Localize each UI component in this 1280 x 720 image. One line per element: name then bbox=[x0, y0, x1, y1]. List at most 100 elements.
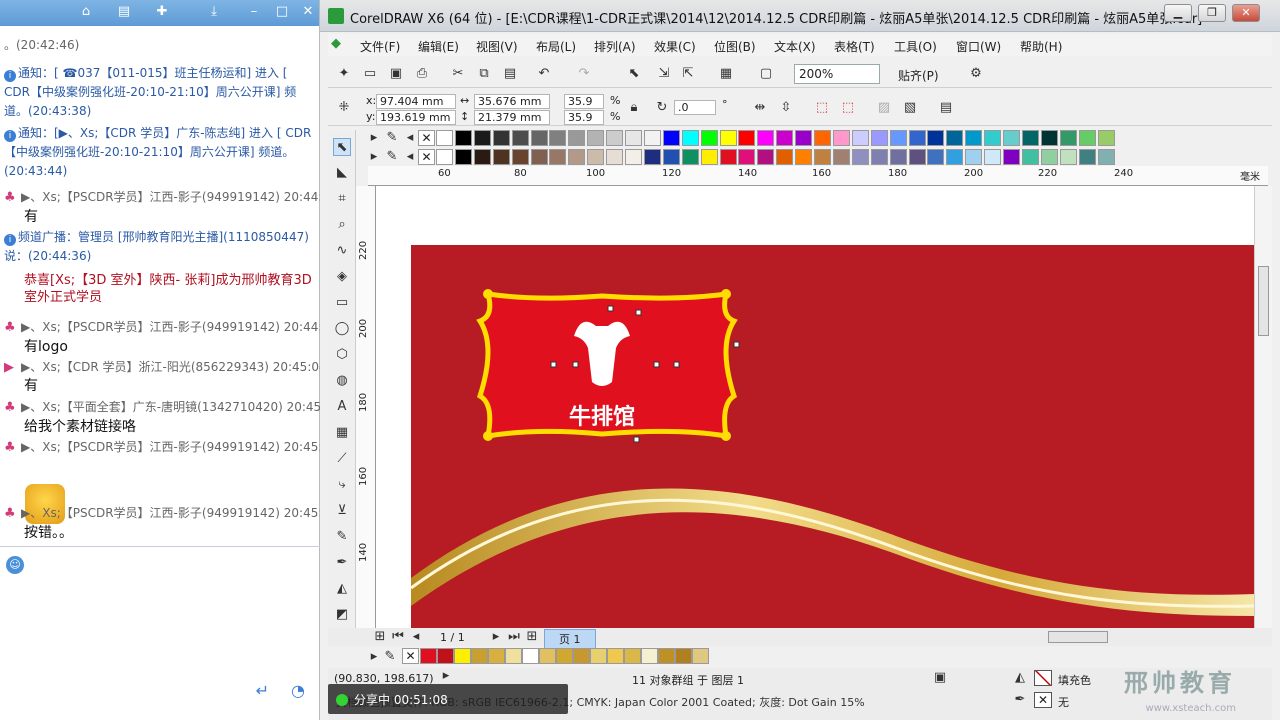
color-swatch[interactable] bbox=[568, 130, 586, 146]
pick-tool-icon[interactable]: ⬉ bbox=[333, 138, 351, 156]
dimension-tool-icon[interactable]: ⟋ bbox=[333, 450, 351, 468]
x-position-field[interactable]: 97.404 mm bbox=[376, 94, 456, 109]
cut-icon[interactable]: ✂ bbox=[450, 66, 466, 82]
menu-text[interactable]: 文本(X) bbox=[774, 38, 816, 55]
color-swatch[interactable] bbox=[757, 149, 775, 165]
search-content-icon[interactable]: ⬉ bbox=[626, 66, 642, 82]
color-swatch[interactable] bbox=[984, 149, 1002, 165]
menu-arrange[interactable]: 排列(A) bbox=[594, 38, 636, 55]
application-launcher-icon[interactable]: ▦ bbox=[718, 66, 734, 82]
connector-tool-icon[interactable]: ⤷ bbox=[333, 476, 351, 494]
redo-icon[interactable]: ↷ bbox=[576, 66, 592, 82]
app-menu-icon[interactable]: ◆ bbox=[328, 36, 344, 52]
color-swatch[interactable] bbox=[681, 130, 699, 146]
maximize-icon[interactable]: □ bbox=[272, 3, 292, 21]
menu-edit[interactable]: 编辑(E) bbox=[418, 38, 459, 55]
color-swatch[interactable] bbox=[700, 130, 718, 146]
color-swatch[interactable] bbox=[530, 130, 548, 146]
color-swatch[interactable] bbox=[587, 149, 605, 165]
text-tool-icon[interactable]: A bbox=[333, 398, 351, 416]
menu-layout[interactable]: 布局(L) bbox=[536, 38, 576, 55]
menu-view[interactable]: 视图(V) bbox=[476, 38, 518, 55]
color-swatch[interactable] bbox=[908, 149, 926, 165]
color-swatch[interactable] bbox=[1040, 130, 1058, 146]
color-swatch[interactable] bbox=[625, 149, 642, 165]
width-field[interactable]: 35.676 mm bbox=[474, 94, 550, 109]
close-icon[interactable]: ✕ bbox=[298, 3, 318, 21]
no-color-swatch[interactable]: ✕ bbox=[402, 648, 419, 664]
palette-scroll-left-icon[interactable]: ◂ bbox=[402, 149, 418, 165]
color-swatch[interactable] bbox=[568, 149, 586, 165]
color-swatch[interactable] bbox=[454, 149, 472, 165]
color-swatch[interactable] bbox=[530, 149, 548, 165]
color-swatch[interactable] bbox=[1097, 149, 1115, 165]
color-swatch[interactable] bbox=[454, 130, 472, 146]
color-swatch[interactable] bbox=[511, 130, 529, 146]
home-icon[interactable]: ⌂ bbox=[76, 3, 96, 21]
import-icon[interactable]: ⇲ bbox=[656, 66, 672, 82]
menu-tools[interactable]: 工具(O) bbox=[894, 38, 937, 55]
interactive-fill-icon[interactable]: ◩ bbox=[333, 606, 351, 624]
crop-tool-icon[interactable]: ⌗ bbox=[333, 190, 351, 208]
document-icon[interactable]: ▤ bbox=[114, 3, 134, 21]
menu-file[interactable]: 文件(F) bbox=[360, 38, 400, 55]
menu-table[interactable]: 表格(T) bbox=[834, 38, 875, 55]
minimize-icon[interactable]: – bbox=[244, 3, 264, 21]
color-swatch[interactable] bbox=[549, 130, 567, 146]
lock-ratio-icon[interactable]: 🔒︎ bbox=[626, 100, 642, 116]
zoom-level-select[interactable]: 200% bbox=[794, 64, 880, 84]
color-swatch[interactable] bbox=[662, 130, 680, 146]
palette-play-icon[interactable]: ▸ bbox=[366, 149, 382, 165]
close-button[interactable]: ✕ bbox=[1232, 4, 1260, 22]
ungroup-icon[interactable]: ⬚ bbox=[840, 100, 856, 116]
color-swatch[interactable] bbox=[965, 149, 983, 165]
color-swatch[interactable] bbox=[927, 149, 945, 165]
rectangle-tool-icon[interactable]: ▭ bbox=[333, 294, 351, 312]
color-swatch[interactable] bbox=[1078, 149, 1096, 165]
color-swatch[interactable] bbox=[549, 149, 567, 165]
color-swatch[interactable] bbox=[454, 648, 471, 664]
fill-tool-icon[interactable]: ◭ bbox=[333, 580, 351, 598]
color-swatch[interactable] bbox=[832, 130, 850, 146]
color-swatch[interactable] bbox=[587, 130, 605, 146]
mirror-vertical-icon[interactable]: ⇳ bbox=[778, 100, 794, 116]
outline-pen-icon[interactable]: ✒ bbox=[333, 554, 351, 572]
color-swatch[interactable] bbox=[658, 648, 675, 664]
color-swatch[interactable] bbox=[889, 149, 907, 165]
color-swatch[interactable] bbox=[643, 130, 661, 146]
save-icon[interactable]: ▣ bbox=[388, 66, 404, 82]
rotation-angle-field[interactable]: .0 bbox=[674, 100, 716, 115]
combine-icon[interactable]: ▨ bbox=[876, 100, 892, 116]
return-icon[interactable]: ↵ bbox=[256, 681, 269, 700]
color-swatch[interactable] bbox=[505, 648, 522, 664]
color-swatch[interactable] bbox=[1040, 149, 1058, 165]
gamepad-icon[interactable]: ✚ bbox=[152, 3, 172, 21]
color-swatch[interactable] bbox=[624, 648, 641, 664]
color-swatch[interactable] bbox=[946, 130, 964, 146]
color-swatch[interactable] bbox=[1059, 149, 1077, 165]
color-swatch[interactable] bbox=[719, 149, 737, 165]
palette-play-icon[interactable]: ▸ bbox=[366, 130, 382, 146]
color-swatch[interactable] bbox=[473, 130, 491, 146]
previous-page-icon[interactable]: ◂ bbox=[408, 629, 424, 645]
color-swatch[interactable] bbox=[573, 648, 590, 664]
color-swatch[interactable] bbox=[1097, 130, 1115, 146]
color-swatch[interactable] bbox=[738, 130, 756, 146]
color-swatch[interactable] bbox=[692, 648, 709, 664]
welcome-screen-icon[interactable]: ▢ bbox=[758, 66, 774, 82]
color-swatch[interactable] bbox=[625, 130, 642, 146]
add-page-end-icon[interactable]: ⊞ bbox=[524, 629, 540, 645]
color-swatch[interactable] bbox=[606, 130, 624, 146]
color-swatch[interactable] bbox=[851, 149, 869, 165]
color-swatch[interactable] bbox=[719, 130, 737, 146]
table-tool-icon[interactable]: ▦ bbox=[333, 424, 351, 442]
color-swatch[interactable] bbox=[776, 149, 794, 165]
color-swatch[interactable] bbox=[738, 149, 756, 165]
color-swatch[interactable] bbox=[643, 149, 661, 165]
color-swatch[interactable] bbox=[436, 130, 453, 146]
color-swatch[interactable] bbox=[908, 130, 926, 146]
download-icon[interactable]: ⤓ bbox=[204, 3, 224, 21]
scale-y-field[interactable]: 35.9 bbox=[564, 110, 604, 125]
color-swatch[interactable] bbox=[757, 130, 775, 146]
polygon-tool-icon[interactable]: ⬡ bbox=[333, 346, 351, 364]
